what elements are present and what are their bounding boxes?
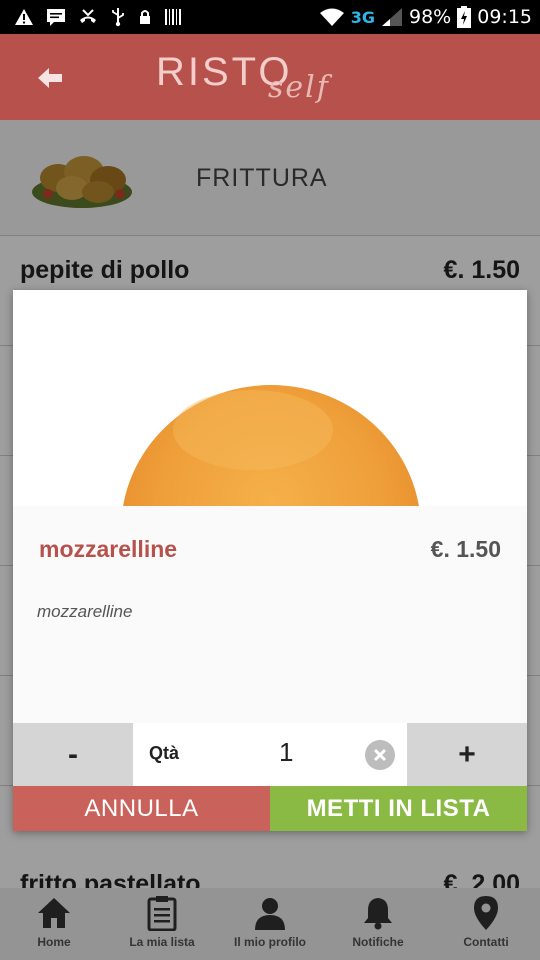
clock: 09:15 — [477, 6, 532, 28]
cancel-button[interactable]: ANNULLA — [13, 786, 270, 831]
app-header: RISTO self — [0, 34, 540, 120]
quantity-stepper: - Qtà 1 + — [13, 723, 527, 786]
product-image — [13, 290, 527, 506]
back-arrow-icon — [38, 68, 62, 88]
product-name: mozzarelline — [39, 536, 178, 562]
product-description: mozzarelline — [37, 602, 133, 621]
lock-icon — [140, 10, 150, 24]
app-logo: RISTO self — [156, 50, 328, 106]
missed-call-icon — [80, 9, 96, 23]
product-price: €. 1.50 — [430, 536, 501, 562]
product-photo — [13, 290, 527, 506]
signal-icon — [382, 8, 402, 26]
clear-quantity-button[interactable] — [365, 740, 395, 770]
message-icon — [47, 9, 65, 26]
decrease-quantity-button[interactable]: - — [13, 723, 133, 786]
barcode-icon — [165, 9, 181, 25]
add-to-list-button[interactable]: METTI IN LISTA — [270, 786, 527, 831]
quantity-label: Qtà — [149, 743, 180, 763]
usb-icon — [112, 8, 124, 27]
network-type: 3G — [350, 7, 375, 27]
logo-script-text: self — [268, 70, 330, 105]
status-bar: 3G 98% 09:15 — [0, 0, 540, 34]
quantity-value[interactable]: 1 — [279, 737, 293, 768]
dialog-actions: ANNULLA METTI IN LISTA — [13, 786, 527, 831]
back-button[interactable] — [22, 56, 78, 100]
product-dialog: mozzarelline €. 1.50 mozzarelline - Qtà … — [13, 290, 527, 831]
quantity-field[interactable]: Qtà 1 — [133, 723, 407, 786]
increase-quantity-button[interactable]: + — [407, 723, 527, 786]
close-icon — [373, 748, 387, 762]
battery-percentage: 98% — [409, 6, 452, 28]
wifi-icon — [319, 8, 344, 26]
battery-charging-icon — [457, 6, 472, 28]
warning-icon — [15, 9, 33, 25]
